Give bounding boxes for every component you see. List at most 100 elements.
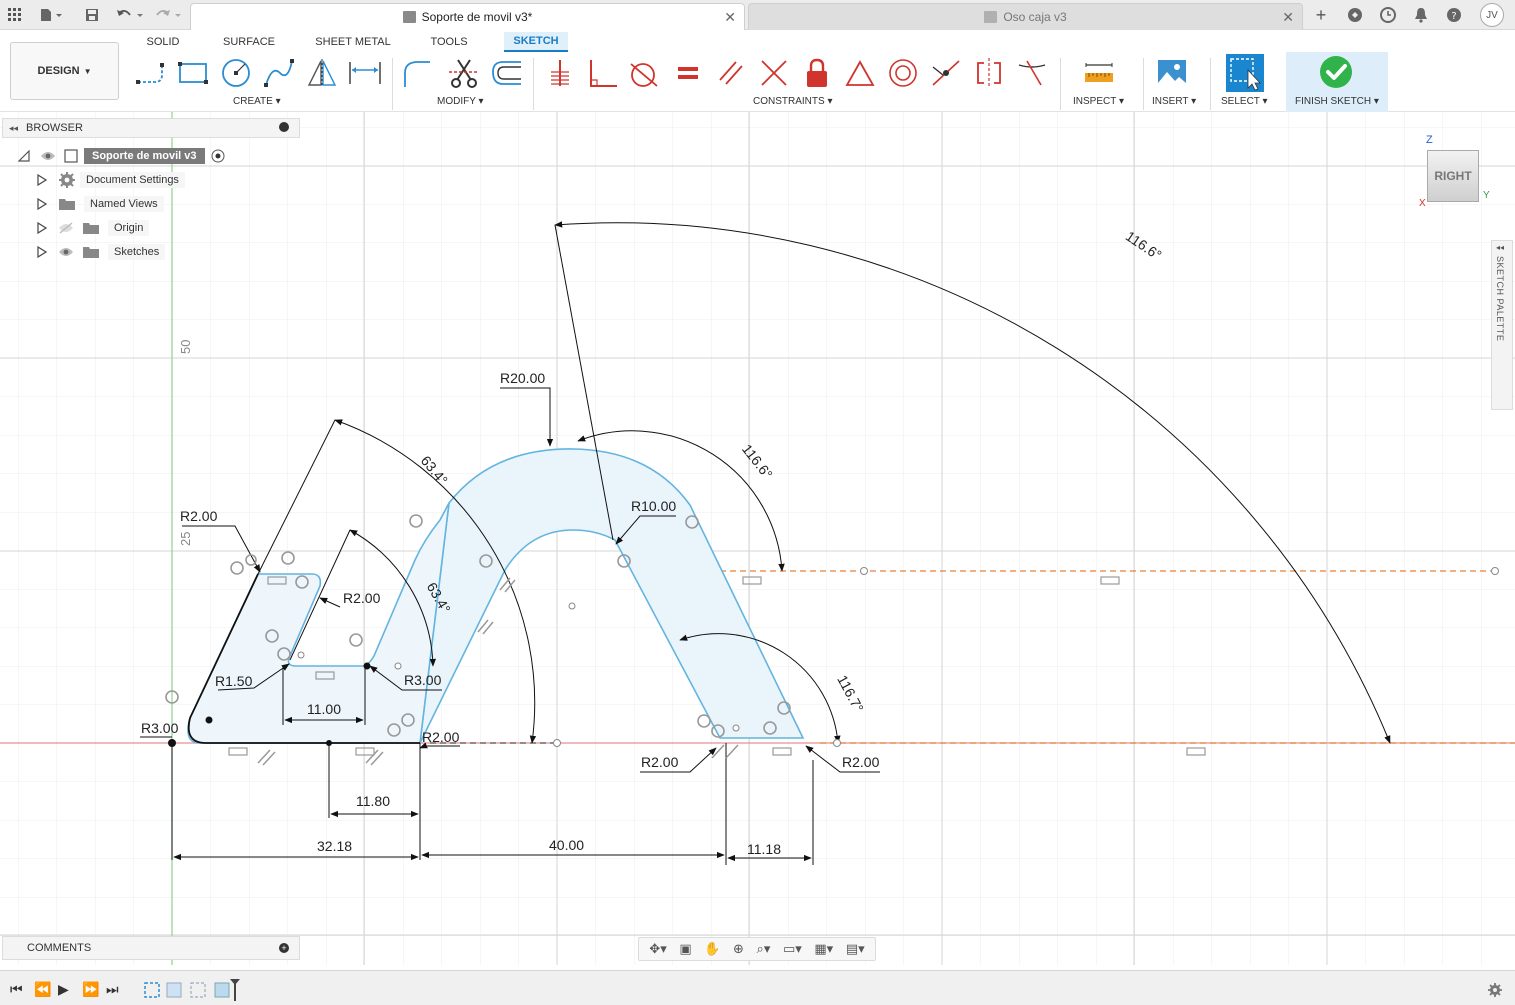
viewports-icon[interactable]: ▤▾ <box>846 941 865 957</box>
dim-11-80[interactable]: 11.80 <box>356 793 390 809</box>
fit-zoom-icon[interactable]: ⌕▾ <box>757 941 771 957</box>
create-group-label[interactable]: CREATE ▾ <box>233 96 281 107</box>
user-avatar[interactable]: JV <box>1480 3 1504 27</box>
timeline-settings-gear-icon[interactable] <box>1487 982 1503 998</box>
step-forward-icon[interactable]: ⏩ <box>82 981 99 998</box>
expand-triangle-icon[interactable] <box>36 198 48 210</box>
offset-tool-icon[interactable] <box>490 56 524 90</box>
orbit-icon[interactable]: ✥▾ <box>649 941 666 957</box>
tab-sheet-metal[interactable]: SHEET METAL <box>312 32 394 52</box>
dim-r2-base[interactable]: R2.00 <box>422 729 460 745</box>
collinear-constraint-icon[interactable] <box>757 56 791 90</box>
dim-r1-50[interactable]: R1.50 <box>215 673 253 689</box>
insert-group-label[interactable]: INSERT ▾ <box>1152 96 1196 107</box>
pin-icon[interactable] <box>279 122 289 132</box>
file-menu-icon[interactable] <box>36 4 66 26</box>
concentric-constraint-icon[interactable] <box>886 56 920 90</box>
browser-item-document-settings[interactable]: Document Settings <box>36 170 185 190</box>
coincident-constraint-icon[interactable] <box>543 56 577 90</box>
save-icon[interactable] <box>82 4 102 26</box>
dim-r3-corner[interactable]: R3.00 <box>141 720 179 736</box>
tab-sketch[interactable]: SKETCH <box>504 32 568 52</box>
browser-root-item[interactable]: Soporte de movil v3 <box>18 146 225 166</box>
sketch-drawing[interactable]: 50 25 R20.00 R10.00 R2.00 R2.00 R1.50 R3… <box>0 112 1515 965</box>
eye-icon[interactable] <box>40 150 56 162</box>
trim-scissors-icon[interactable] <box>447 56 481 90</box>
extensions-icon[interactable] <box>1345 4 1365 26</box>
dim-40[interactable]: 40.00 <box>549 837 584 853</box>
redo-icon[interactable] <box>152 4 184 26</box>
dim-r10[interactable]: R10.00 <box>631 498 676 514</box>
expand-triangle-icon[interactable] <box>36 222 48 234</box>
curvature-constraint-icon[interactable] <box>1015 56 1049 90</box>
parallel-constraint-icon[interactable] <box>714 56 748 90</box>
dim-r2-foot-left[interactable]: R2.00 <box>641 754 679 770</box>
dimension-tool-icon[interactable] <box>348 56 382 90</box>
insert-image-icon[interactable] <box>1155 56 1189 90</box>
inspect-group-label[interactable]: INSPECT ▾ <box>1073 96 1124 107</box>
app-grid-icon[interactable] <box>6 4 24 26</box>
timeline-features[interactable] <box>143 979 243 1001</box>
midpoint-triangle-icon[interactable] <box>843 56 877 90</box>
modify-group-label[interactable]: MODIFY ▾ <box>437 96 484 107</box>
dim-r2-inner[interactable]: R2.00 <box>343 590 381 606</box>
zoom-icon[interactable]: ⊕ <box>733 941 744 957</box>
activate-radio-icon[interactable] <box>211 149 225 163</box>
new-tab-icon[interactable]: + <box>1311 4 1331 26</box>
perpendicular-constraint-icon[interactable] <box>585 56 619 90</box>
collapse-arrows-icon[interactable]: ◂◂ <box>9 123 18 134</box>
add-comment-icon[interactable]: + <box>279 943 289 953</box>
dim-r2-top[interactable]: R2.00 <box>180 508 218 524</box>
browser-item-origin[interactable]: Origin <box>36 218 150 238</box>
pan-hand-icon[interactable]: ✋ <box>704 941 720 957</box>
select-group-label[interactable]: SELECT ▾ <box>1221 96 1268 107</box>
arc-tool-icon[interactable] <box>262 56 296 90</box>
symmetry-constraint-icon[interactable] <box>972 56 1006 90</box>
notification-bell-icon[interactable] <box>1411 4 1431 26</box>
display-settings-icon[interactable]: ▭▾ <box>783 941 802 957</box>
sketch-canvas[interactable]: 50 25 R20.00 R10.00 R2.00 R2.00 R1.50 R3… <box>0 112 1515 965</box>
go-to-start-icon[interactable]: ⏮ <box>10 981 23 998</box>
select-tool-icon[interactable] <box>1226 54 1264 92</box>
go-to-end-icon[interactable]: ⏭ <box>106 981 119 998</box>
horizontal-vertical-constraint-icon[interactable] <box>929 56 963 90</box>
dim-r20[interactable]: R20.00 <box>500 370 545 386</box>
finish-sketch-checkmark-icon[interactable] <box>1318 54 1354 90</box>
expand-triangle-icon[interactable] <box>18 150 30 162</box>
rectangle-tool-icon[interactable] <box>176 56 210 90</box>
browser-panel-header[interactable]: ◂◂ BROWSER <box>2 118 300 138</box>
browser-item-sketches[interactable]: Sketches <box>36 242 166 262</box>
workspace-switcher-button[interactable]: DESIGN ▼ <box>10 42 119 100</box>
dim-11-18[interactable]: 11.18 <box>747 841 781 857</box>
expand-triangle-icon[interactable] <box>36 246 48 258</box>
comments-panel-header[interactable]: COMMENTS + <box>2 936 300 960</box>
dim-11[interactable]: 11.00 <box>307 701 341 717</box>
tab-soporte-de-movil[interactable]: Soporte de movil v3* ✕ <box>190 3 745 30</box>
dim-r3-inner[interactable]: R3.00 <box>404 672 442 688</box>
measure-ruler-icon[interactable] <box>1082 56 1116 90</box>
undo-icon[interactable] <box>114 4 146 26</box>
dim-32-18[interactable]: 32.18 <box>317 838 352 854</box>
equal-constraint-icon[interactable] <box>671 56 705 90</box>
job-status-icon[interactable] <box>1378 4 1398 26</box>
tangent-constraint-icon[interactable] <box>627 56 661 90</box>
constraints-group-label[interactable]: CONSTRAINTS ▾ <box>753 96 832 107</box>
dim-r2-foot-right[interactable]: R2.00 <box>842 754 880 770</box>
viewcube[interactable]: RIGHT <box>1427 150 1479 202</box>
fix-lock-icon[interactable] <box>800 56 834 90</box>
eye-icon[interactable] <box>58 246 74 258</box>
tab-oso-caja[interactable]: Oso caja v3 ✕ <box>748 3 1303 30</box>
tab-tools[interactable]: TOOLS <box>424 32 474 52</box>
expand-triangle-icon[interactable] <box>36 174 48 186</box>
expand-arrows-icon[interactable]: ◂◂ <box>1496 243 1504 252</box>
close-icon[interactable]: ✕ <box>724 9 736 26</box>
finish-sketch-label[interactable]: FINISH SKETCH ▾ <box>1295 96 1379 107</box>
browser-item-named-views[interactable]: Named Views <box>36 194 164 214</box>
tab-surface[interactable]: SURFACE <box>220 32 278 52</box>
circle-tool-icon[interactable] <box>219 56 253 90</box>
fillet-tool-icon[interactable] <box>400 56 434 90</box>
play-icon[interactable]: ▶ <box>58 981 69 998</box>
eye-hidden-icon[interactable] <box>58 222 74 234</box>
close-icon[interactable]: ✕ <box>1282 9 1294 26</box>
polygon-tool-icon[interactable] <box>305 56 339 90</box>
